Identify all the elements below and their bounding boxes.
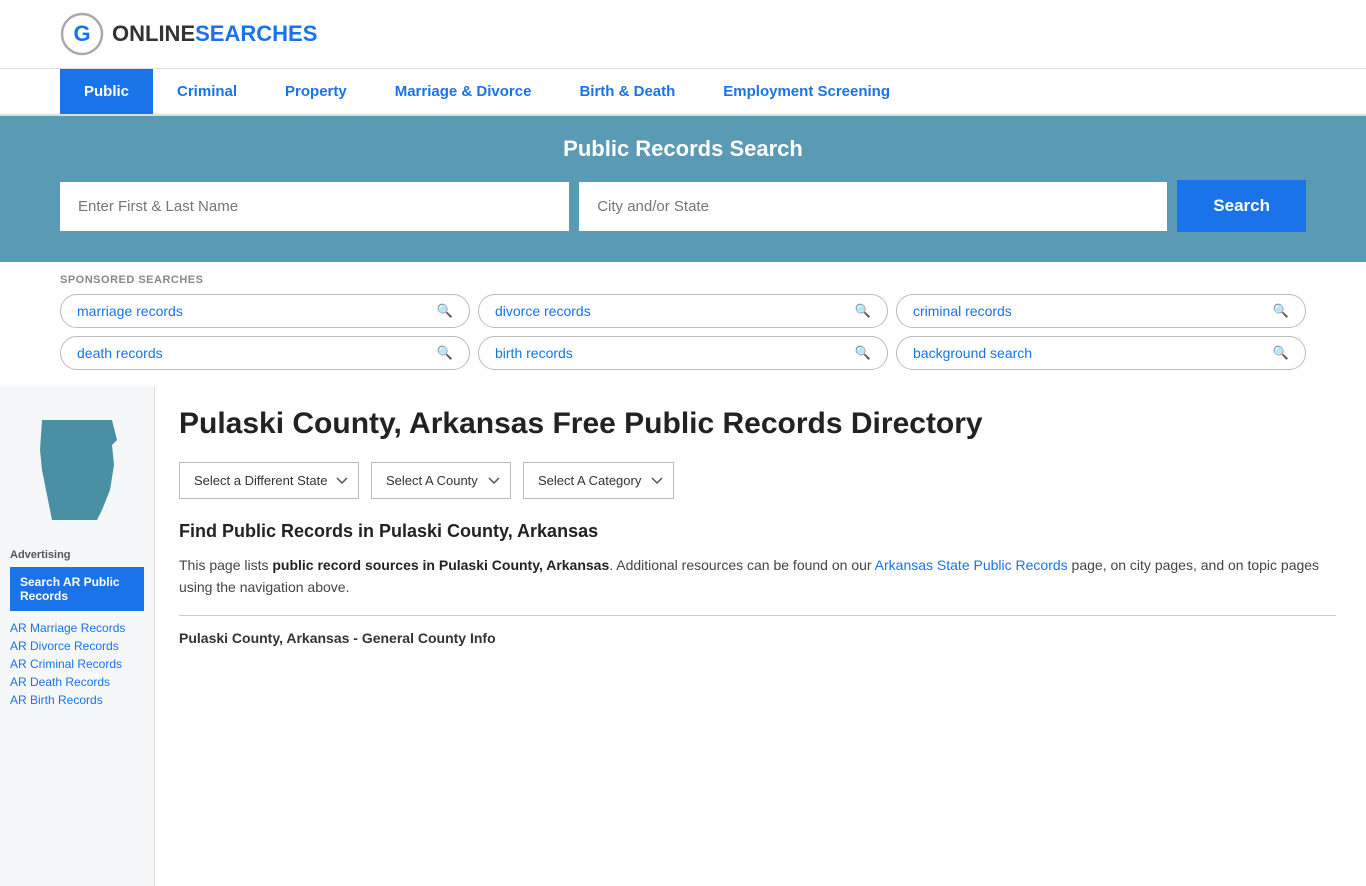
state-records-link[interactable]: Arkansas State Public Records bbox=[875, 557, 1068, 573]
sidebar-link-criminal[interactable]: AR Criminal Records bbox=[10, 657, 144, 671]
dropdown-row: Select a Different State Select A County… bbox=[179, 462, 1336, 499]
search-icon-death: 🔍 bbox=[437, 345, 453, 361]
divider bbox=[179, 615, 1336, 616]
description-text: This page lists public record sources in… bbox=[179, 554, 1336, 599]
sponsored-background-label: background search bbox=[913, 345, 1032, 361]
sponsored-label: SPONSORED SEARCHES bbox=[60, 274, 1306, 286]
sidebar-link-birth[interactable]: AR Birth Records bbox=[10, 693, 144, 707]
sponsored-item-divorce[interactable]: divorce records 🔍 bbox=[478, 294, 888, 328]
sponsored-marriage-label: marriage records bbox=[77, 303, 183, 319]
sponsored-grid: marriage records 🔍 divorce records 🔍 cri… bbox=[60, 294, 1306, 370]
hero-banner: Public Records Search Search bbox=[0, 116, 1366, 262]
logo-text: ONLINE SEARCHES bbox=[112, 21, 317, 47]
search-icon-divorce: 🔍 bbox=[855, 303, 871, 319]
svg-text:G: G bbox=[73, 21, 90, 46]
sponsored-divorce-label: divorce records bbox=[495, 303, 591, 319]
main-wrapper: Advertising Search AR Public Records AR … bbox=[0, 386, 1366, 886]
category-dropdown[interactable]: Select A Category bbox=[523, 462, 674, 499]
county-info-title: Pulaski County, Arkansas - General Count… bbox=[179, 630, 1336, 646]
name-search-input[interactable] bbox=[60, 182, 569, 231]
find-records-title: Find Public Records in Pulaski County, A… bbox=[179, 521, 1336, 542]
state-dropdown[interactable]: Select a Different State bbox=[179, 462, 359, 499]
sponsored-item-background[interactable]: background search 🔍 bbox=[896, 336, 1306, 370]
page-title: Pulaski County, Arkansas Free Public Rec… bbox=[179, 406, 1336, 442]
sidebar-link-divorce[interactable]: AR Divorce Records bbox=[10, 639, 144, 653]
arkansas-map-svg bbox=[22, 410, 132, 530]
sponsored-criminal-label: criminal records bbox=[913, 303, 1012, 319]
sponsored-item-death[interactable]: death records 🔍 bbox=[60, 336, 470, 370]
sponsored-item-criminal[interactable]: criminal records 🔍 bbox=[896, 294, 1306, 328]
nav-item-marriage-divorce[interactable]: Marriage & Divorce bbox=[371, 69, 556, 114]
sidebar: Advertising Search AR Public Records AR … bbox=[0, 386, 155, 886]
nav-item-public[interactable]: Public bbox=[60, 69, 153, 114]
sponsored-section: SPONSORED SEARCHES marriage records 🔍 di… bbox=[0, 262, 1366, 386]
search-button[interactable]: Search bbox=[1177, 180, 1306, 232]
nav-item-property[interactable]: Property bbox=[261, 69, 371, 114]
nav-item-criminal[interactable]: Criminal bbox=[153, 69, 261, 114]
sidebar-advertising-label: Advertising bbox=[10, 549, 144, 561]
description-bold: public record sources in Pulaski County,… bbox=[272, 557, 609, 573]
main-nav: Public Criminal Property Marriage & Divo… bbox=[0, 69, 1366, 116]
sidebar-ad-box[interactable]: Search AR Public Records bbox=[10, 567, 144, 611]
hero-title: Public Records Search bbox=[60, 136, 1306, 162]
county-dropdown[interactable]: Select A County bbox=[371, 462, 511, 499]
main-content: Pulaski County, Arkansas Free Public Rec… bbox=[155, 386, 1366, 886]
nav-item-employment[interactable]: Employment Screening bbox=[699, 69, 914, 114]
search-icon-marriage: 🔍 bbox=[437, 303, 453, 319]
nav-item-birth-death[interactable]: Birth & Death bbox=[555, 69, 699, 114]
search-icon-criminal: 🔍 bbox=[1273, 303, 1289, 319]
header: G ONLINE SEARCHES bbox=[0, 0, 1366, 69]
search-icon-background: 🔍 bbox=[1273, 345, 1289, 361]
sidebar-link-marriage[interactable]: AR Marriage Records bbox=[10, 621, 144, 635]
sponsored-item-birth[interactable]: birth records 🔍 bbox=[478, 336, 888, 370]
sidebar-link-death[interactable]: AR Death Records bbox=[10, 675, 144, 689]
logo-icon: G bbox=[60, 12, 104, 56]
logo-online-text: ONLINE bbox=[112, 21, 195, 47]
logo-area[interactable]: G ONLINE SEARCHES bbox=[60, 12, 317, 56]
sponsored-death-label: death records bbox=[77, 345, 163, 361]
sponsored-birth-label: birth records bbox=[495, 345, 573, 361]
search-bar: Search bbox=[60, 180, 1306, 232]
location-search-input[interactable] bbox=[579, 182, 1167, 231]
logo-searches-text: SEARCHES bbox=[195, 21, 317, 47]
state-map bbox=[10, 410, 144, 535]
search-icon-birth: 🔍 bbox=[855, 345, 871, 361]
sponsored-item-marriage[interactable]: marriage records 🔍 bbox=[60, 294, 470, 328]
